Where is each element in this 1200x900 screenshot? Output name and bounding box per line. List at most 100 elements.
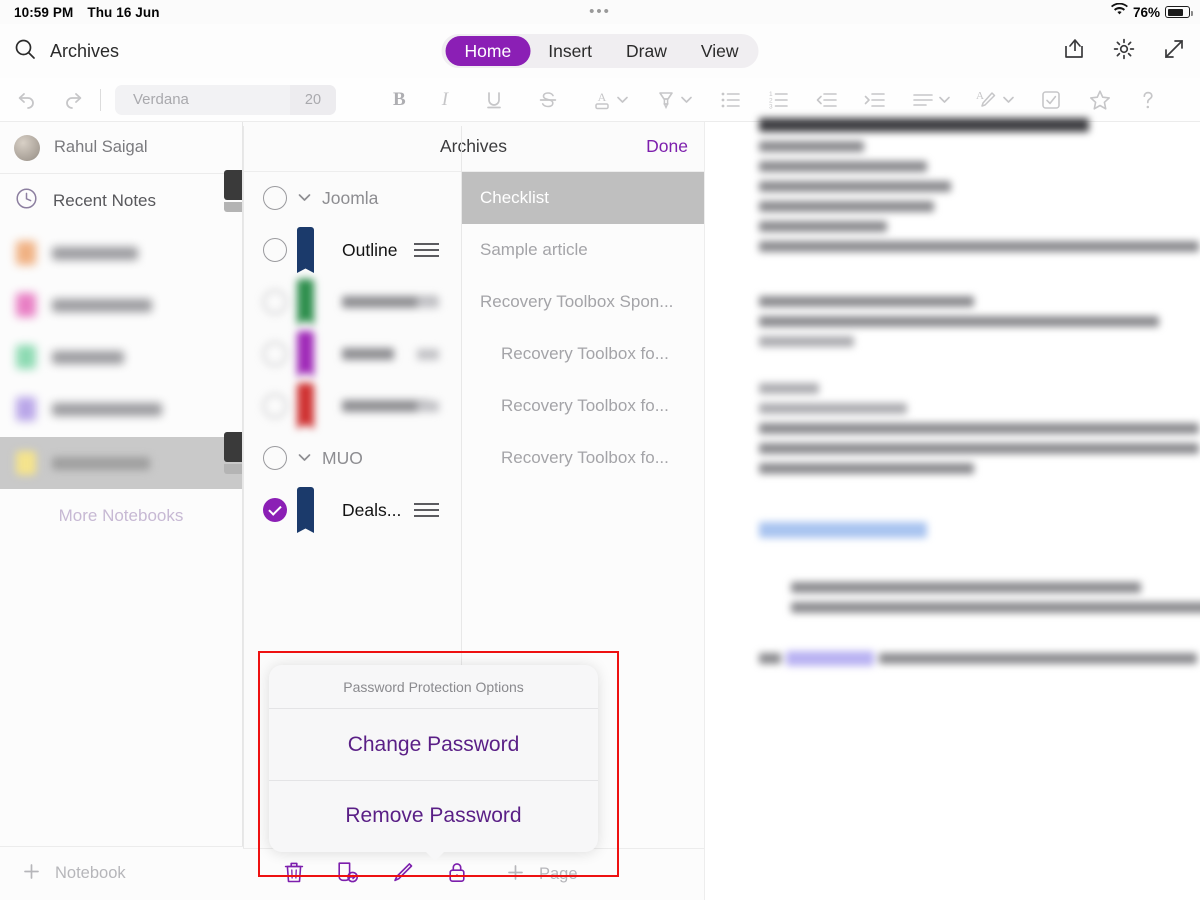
redo-icon[interactable]: [61, 87, 86, 112]
select-radio[interactable]: [263, 446, 287, 470]
group-label: MUO: [322, 447, 363, 468]
battery-percent: 76%: [1132, 4, 1160, 20]
chevron-down-icon[interactable]: [298, 451, 311, 465]
handwriting-icon[interactable]: A: [976, 89, 998, 111]
chevron-down-icon[interactable]: [1003, 91, 1014, 109]
bookmark-marker: [297, 227, 314, 273]
font-size-field[interactable]: 20: [290, 84, 336, 115]
page-list-item[interactable]: Recovery Toolbox fo...: [461, 432, 704, 484]
help-icon[interactable]: [1138, 89, 1158, 111]
select-radio[interactable]: [263, 238, 287, 262]
align-control[interactable]: [912, 90, 950, 110]
page-list-item[interactable]: Checklist: [461, 172, 704, 224]
list-item[interactable]: Outline: [243, 224, 461, 276]
italic-button[interactable]: I: [442, 89, 448, 111]
highlighter-control[interactable]: [656, 89, 692, 111]
done-button[interactable]: Done: [646, 136, 688, 157]
chevron-down-icon[interactable]: [617, 91, 628, 109]
remove-password-button[interactable]: Remove Password: [269, 780, 598, 851]
bookmark-marker: [297, 331, 314, 377]
add-page-label: Page: [539, 865, 578, 883]
sidebar-item-label: [52, 246, 138, 260]
popover-title: Password Protection Options: [269, 665, 598, 709]
trash-icon[interactable]: [283, 860, 305, 889]
multitask-handle[interactable]: •••: [0, 4, 1200, 19]
expand-icon[interactable]: [1162, 37, 1186, 66]
add-notebook-label: Notebook: [55, 864, 126, 882]
sidebar-item-archives[interactable]: [0, 437, 242, 489]
sidebar-item-resources[interactable]: [0, 383, 242, 435]
undo-icon[interactable]: [14, 87, 39, 112]
plus-icon: [506, 863, 525, 887]
search-icon[interactable]: [14, 38, 36, 65]
move-page-icon[interactable]: [336, 860, 360, 889]
ribbon-tabs: Home Insert Draw View: [441, 34, 759, 68]
chevron-down-icon[interactable]: [939, 91, 950, 109]
tab-draw[interactable]: Draw: [610, 37, 683, 65]
plus-icon: [22, 862, 41, 886]
bold-button[interactable]: B: [393, 89, 406, 111]
sidebar-item-inbox[interactable]: [0, 227, 242, 279]
sidebar-item-recent-notes[interactable]: Recent Notes: [0, 175, 242, 227]
search-area[interactable]: Archives: [14, 38, 119, 65]
sidebar-item-areas[interactable]: [0, 331, 242, 383]
notebook-color-chip: [16, 397, 36, 421]
notebook-sidebar: Rahul Saigal Recent Notes More Notebooks…: [0, 122, 243, 900]
bulleted-list-icon[interactable]: [720, 90, 742, 110]
sidebar-item-label: [52, 350, 124, 364]
drag-handle-icon[interactable]: [414, 503, 439, 517]
account-row[interactable]: Rahul Saigal: [0, 122, 242, 174]
page-list-item[interactable]: Recovery Toolbox Spon...: [461, 276, 704, 328]
page-list-item[interactable]: Recovery Toolbox fo...: [461, 328, 704, 380]
list-item[interactable]: Deals...: [243, 484, 461, 536]
page-list-item[interactable]: Sample article: [461, 224, 704, 276]
list-item[interactable]: [243, 328, 461, 380]
list-item[interactable]: [243, 380, 461, 432]
add-notebook-button[interactable]: Notebook: [0, 846, 243, 900]
star-icon[interactable]: [1088, 88, 1112, 112]
chevron-down-icon[interactable]: [681, 91, 692, 109]
list-item[interactable]: [243, 276, 461, 328]
drag-handle-icon[interactable]: [414, 243, 439, 257]
list-item[interactable]: MUO: [243, 432, 461, 484]
tab-view[interactable]: View: [685, 37, 755, 65]
numbered-list-icon[interactable]: 123: [768, 90, 790, 110]
select-radio[interactable]: [263, 342, 287, 366]
select-radio[interactable]: [263, 186, 287, 210]
add-page-button[interactable]: Page: [506, 863, 578, 887]
format-toolbar: Verdana 20 B I A 1 2 3 A: [0, 78, 1200, 122]
font-control[interactable]: Verdana 20: [115, 84, 336, 115]
font-color-control[interactable]: A: [592, 89, 628, 111]
notebook-color-chip: [16, 451, 36, 475]
tab-insert[interactable]: Insert: [532, 37, 608, 65]
more-notebooks-button[interactable]: More Notebooks: [0, 489, 242, 543]
share-icon[interactable]: [1062, 37, 1086, 66]
lock-icon[interactable]: [446, 860, 468, 889]
pencil-icon[interactable]: [391, 860, 415, 889]
font-name-field[interactable]: Verdana: [115, 91, 290, 108]
chevron-down-icon[interactable]: [298, 191, 311, 205]
avatar: [14, 134, 40, 161]
checkbox-icon[interactable]: [1040, 89, 1062, 111]
outdent-icon[interactable]: [816, 90, 838, 110]
sidebar-item-label: [52, 298, 152, 312]
underline-button[interactable]: [484, 90, 504, 110]
highlighter-icon[interactable]: [656, 89, 676, 111]
change-password-button[interactable]: Change Password: [269, 709, 598, 780]
tab-home[interactable]: Home: [445, 36, 531, 66]
page-list-item[interactable]: Recovery Toolbox fo...: [461, 380, 704, 432]
gear-icon[interactable]: [1112, 37, 1136, 66]
select-radio[interactable]: [263, 394, 287, 418]
strikethrough-button[interactable]: [538, 90, 558, 110]
handwriting-control[interactable]: A: [976, 89, 1014, 111]
panel-bottom-toolbar: Page: [243, 848, 704, 900]
list-item[interactable]: Joomla: [243, 172, 461, 224]
sidebar-item-projects[interactable]: [0, 279, 242, 331]
sidebar-item-label: [52, 402, 162, 416]
font-color-icon[interactable]: A: [592, 89, 612, 111]
indent-icon[interactable]: [864, 90, 886, 110]
select-radio[interactable]: [263, 498, 287, 522]
align-icon[interactable]: [912, 90, 934, 110]
select-radio[interactable]: [263, 290, 287, 314]
note-editor[interactable]: [704, 118, 1200, 900]
